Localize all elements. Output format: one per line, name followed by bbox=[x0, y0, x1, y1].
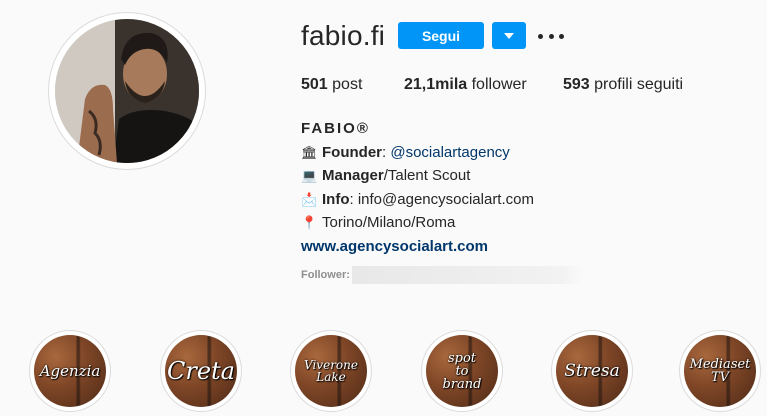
highlight-1[interactable]: Agenzia bbox=[29, 330, 111, 412]
bio-line-info: 📩 Info: info@agencysocialart.com bbox=[301, 188, 534, 212]
story-highlights: Agenzia Creta Viverone Lake spot to brand Stres… bbox=[0, 330, 767, 416]
pin-icon: 📍 bbox=[301, 215, 318, 230]
bio-line-manager: 💻 Manager/Talent Scout bbox=[301, 164, 534, 188]
bio-manager-text: /Talent Scout bbox=[383, 167, 471, 184]
dot-icon bbox=[538, 33, 543, 39]
highlight-5[interactable]: Stresa bbox=[551, 330, 633, 412]
bio-line-location: 📍 Torino/Milano/Roma bbox=[301, 211, 534, 235]
followers-value: 21,1mila bbox=[404, 76, 468, 93]
bio-info-label: Info bbox=[322, 190, 350, 208]
website-link[interactable]: www.agencysocialart.com bbox=[301, 235, 534, 259]
profile-username: fabio.fi bbox=[301, 20, 386, 51]
followed-by[interactable]: Follower: bbox=[301, 266, 584, 284]
highlight-title: Agenzia bbox=[39, 361, 101, 380]
posts-label: post bbox=[332, 76, 363, 93]
highlight-cover: Agenzia bbox=[34, 335, 106, 407]
laptop-icon: 💻 bbox=[301, 168, 318, 183]
following-value: 593 bbox=[563, 76, 590, 93]
profile-avatar[interactable] bbox=[48, 12, 206, 170]
highlight-title: Creta bbox=[167, 357, 235, 385]
more-options-button[interactable] bbox=[538, 24, 564, 48]
highlight-4[interactable]: spot to brand bbox=[421, 330, 503, 412]
highlight-cover: Mediaset TV bbox=[684, 335, 756, 407]
followed-by-redacted bbox=[351, 266, 584, 284]
dot-icon bbox=[559, 33, 564, 39]
following-count[interactable]: 593 profili seguiti bbox=[563, 76, 683, 94]
highlight-cover: Viverone Lake bbox=[295, 335, 367, 407]
bio-info-sep: : bbox=[349, 190, 358, 208]
following-label: profili seguiti bbox=[594, 76, 684, 93]
followers-label: follower bbox=[471, 76, 527, 93]
bio-founder-label: Founder bbox=[322, 143, 382, 161]
highlight-6[interactable]: Mediaset TV bbox=[679, 330, 761, 412]
envelope-icon: 📩 bbox=[301, 191, 318, 207]
highlight-cover: Creta bbox=[165, 335, 237, 407]
bio-founder-sep: : bbox=[382, 143, 391, 161]
follow-button[interactable]: Segui bbox=[398, 22, 484, 49]
posts-count: 501 post bbox=[301, 76, 362, 94]
posts-value: 501 bbox=[301, 76, 328, 93]
bio-location-text: Torino/Milano/Roma bbox=[322, 214, 456, 231]
bank-icon: 🏛 bbox=[301, 144, 318, 160]
profile-bio: FABIO® 🏛 Founder: @socialartagency 💻 Man… bbox=[301, 117, 534, 258]
dot-icon bbox=[548, 33, 554, 39]
bio-info-email: info@agencysocialart.com bbox=[357, 190, 534, 208]
profile-photo-illustration bbox=[55, 19, 199, 163]
highlight-title: spot to brand bbox=[442, 350, 482, 392]
suggested-dropdown-button[interactable] bbox=[492, 22, 526, 49]
followed-by-label: Follower: bbox=[301, 269, 350, 281]
highlight-title: Stresa bbox=[564, 360, 620, 381]
highlight-2[interactable]: Creta bbox=[160, 330, 242, 412]
profile-full-name: FABIO® bbox=[301, 120, 370, 137]
followers-count[interactable]: 21,1mila follower bbox=[404, 76, 527, 94]
highlight-title: Viverone Lake bbox=[304, 358, 358, 384]
bio-manager-label: Manager bbox=[322, 167, 384, 184]
agency-mention-link[interactable]: @socialartagency bbox=[390, 141, 509, 165]
highlight-cover: Stresa bbox=[556, 335, 628, 407]
chevron-down-icon bbox=[504, 32, 514, 39]
highlight-cover: spot to brand bbox=[426, 335, 498, 407]
highlight-title: Mediaset TV bbox=[689, 357, 751, 385]
highlight-3[interactable]: Viverone Lake bbox=[290, 330, 372, 412]
bio-line-founder: 🏛 Founder: @socialartagency bbox=[301, 141, 534, 165]
profile-photo bbox=[55, 19, 199, 163]
